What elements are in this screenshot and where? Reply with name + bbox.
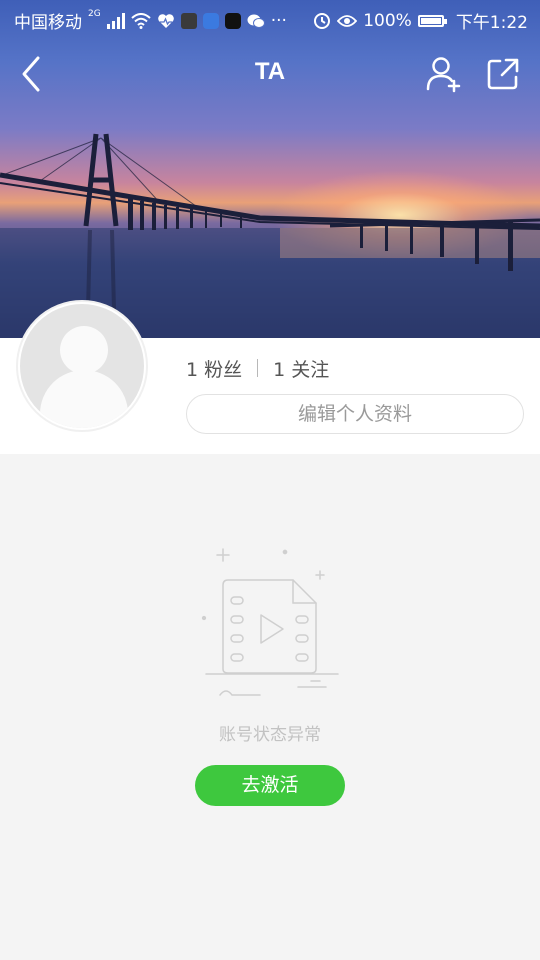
following-count: 1: [273, 358, 286, 381]
bridge-scene: [0, 133, 540, 338]
battery-percent: 100%: [363, 10, 412, 31]
cover-image: [0, 0, 540, 338]
app-icon: [202, 12, 219, 29]
more-notifications: ···: [270, 10, 287, 31]
battery-icon: [417, 14, 447, 27]
avatar[interactable]: [16, 300, 148, 432]
following-stat[interactable]: 1 关注: [273, 355, 329, 382]
clock: 下午1:22: [455, 13, 528, 33]
app-icon: [180, 12, 197, 29]
eye-icon: [337, 14, 358, 27]
wifi-icon: [131, 12, 151, 29]
default-avatar-icon: [20, 304, 144, 428]
followers-label: 粉丝: [204, 358, 243, 381]
profile-stats: 1 粉丝 1 关注: [186, 355, 329, 382]
tiktok-icon: [224, 12, 241, 29]
status-bar: 中国移动 2G ··· 100% 下午1:22: [0, 0, 540, 36]
followers-count: 1: [186, 358, 199, 381]
followers-stat[interactable]: 1 粉丝: [186, 355, 242, 382]
alarm-icon: [314, 12, 331, 29]
wechat-icon: [247, 14, 265, 28]
edit-profile-button[interactable]: 编辑个人资料: [186, 394, 524, 434]
carrier-label: 中国移动: [14, 13, 82, 33]
empty-state-message: 账号状态异常: [219, 725, 321, 745]
network-label: 2G: [88, 8, 101, 19]
activate-button[interactable]: 去激活: [195, 765, 345, 806]
stats-divider: [257, 359, 259, 377]
following-label: 关注: [291, 358, 330, 381]
health-icon: [157, 13, 174, 28]
empty-video-icon: [201, 548, 339, 696]
share-icon[interactable]: [486, 57, 520, 91]
add-friend-icon[interactable]: [425, 55, 463, 93]
signal-icon: [106, 12, 125, 29]
